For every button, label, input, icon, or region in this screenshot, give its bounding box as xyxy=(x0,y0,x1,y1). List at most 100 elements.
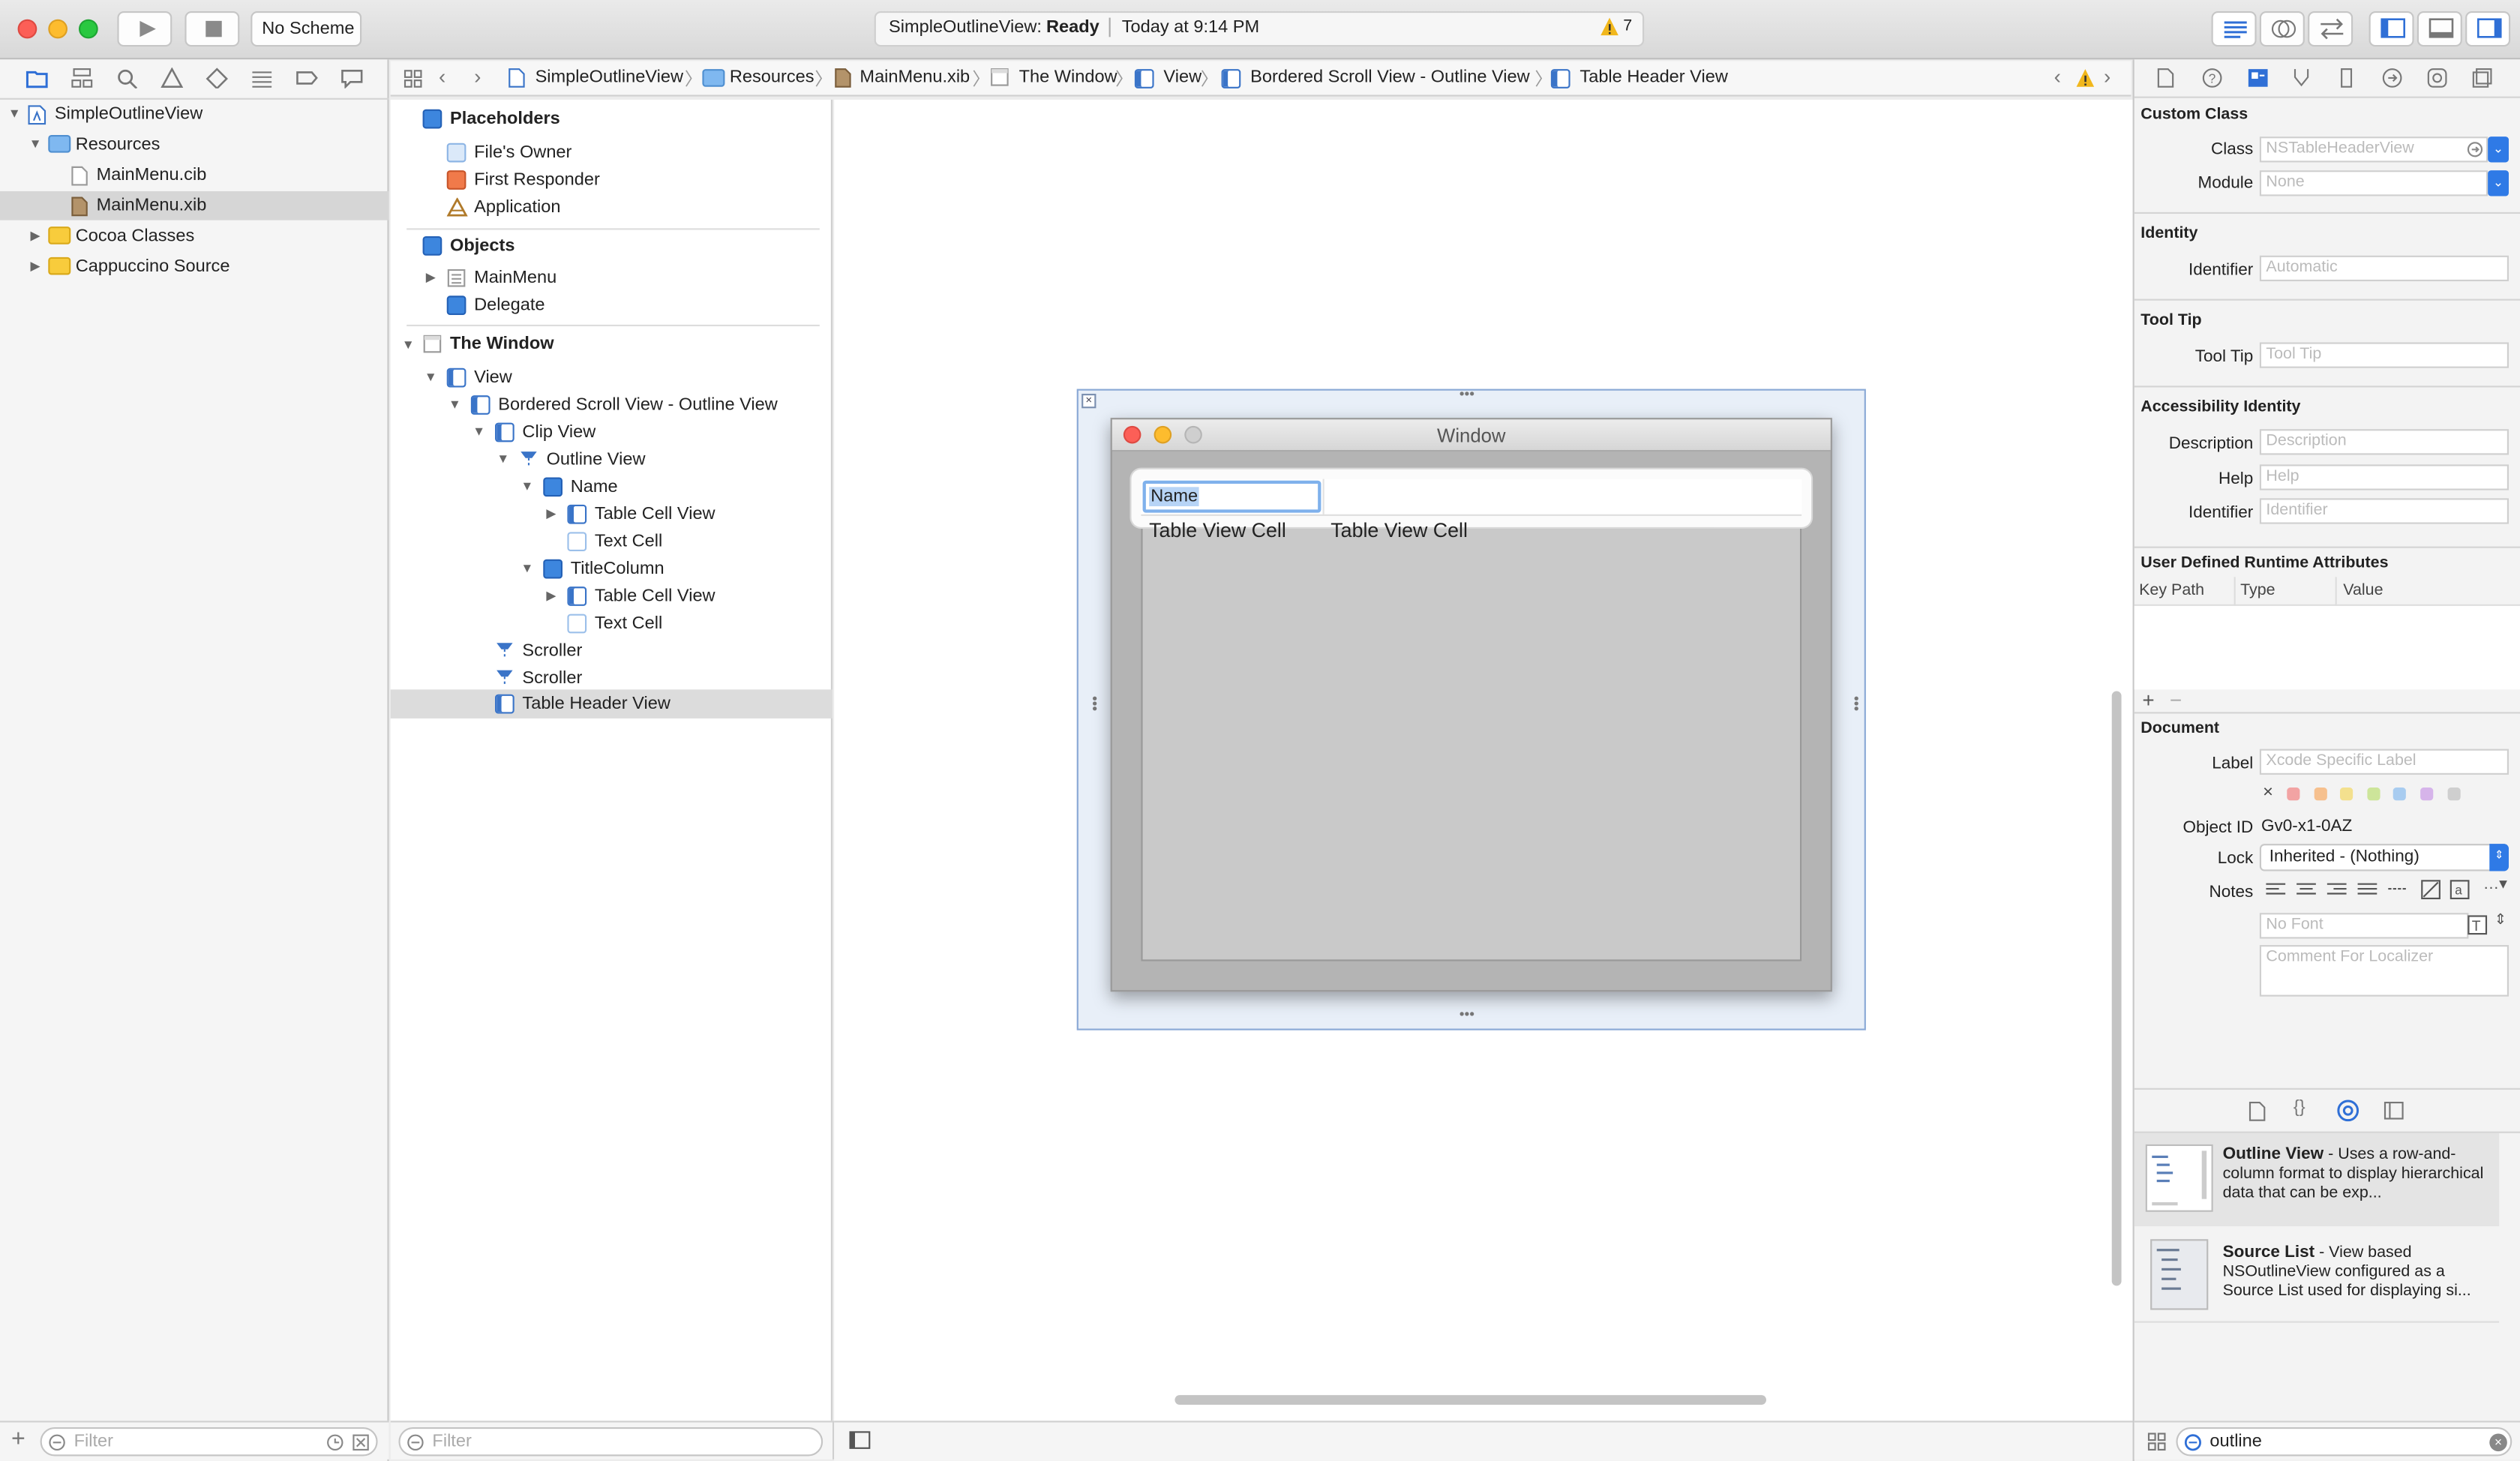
navigator-filter-input[interactable]: Filter xyxy=(40,1426,378,1456)
attributes-inspector-icon[interactable] xyxy=(2292,68,2312,88)
comment-field[interactable]: Comment For Localizer xyxy=(2259,945,2509,997)
font-stepper-icon[interactable]: ⇕ xyxy=(2494,911,2506,929)
align-left-icon[interactable] xyxy=(2264,880,2287,898)
jump-item-scroll-view[interactable]: Bordered Scroll View - Outline View xyxy=(1250,68,1530,87)
text-box-icon[interactable]: a xyxy=(2450,879,2470,900)
tooltip-field[interactable]: Tool Tip xyxy=(2259,342,2509,368)
toggle-navigator-button[interactable] xyxy=(2368,11,2414,47)
breakpoint-icon[interactable] xyxy=(296,68,318,88)
toggle-outline-icon[interactable] xyxy=(848,1430,871,1451)
hierarchy-icon[interactable] xyxy=(70,68,93,88)
toggle-utilities-button[interactable] xyxy=(2465,11,2511,47)
disclosure-closed-icon[interactable]: ▶ xyxy=(27,259,43,274)
align-center-icon[interactable] xyxy=(2295,880,2318,898)
outline-row-view[interactable]: ▼ View xyxy=(391,363,832,392)
forward-icon[interactable]: › xyxy=(474,64,481,88)
object-library-icon[interactable] xyxy=(2337,1100,2360,1122)
library-item-source-list[interactable]: Source List - View based NSOutlineView c… xyxy=(2134,1228,2499,1321)
horizontal-scrollbar[interactable] xyxy=(1174,1395,1766,1405)
outline-row-delegate[interactable]: Delegate xyxy=(391,291,832,320)
runtime-attributes-table[interactable] xyxy=(2134,605,2520,690)
justify-icon[interactable] xyxy=(2356,880,2378,898)
doc-label-field[interactable]: Xcode Specific Label xyxy=(2259,748,2509,775)
jump-item-resources[interactable]: Resources xyxy=(730,68,814,87)
designed-window[interactable]: Window Name Table View Cell Table View C… xyxy=(1110,418,1832,992)
clock-icon[interactable] xyxy=(326,1434,344,1452)
scm-filter-icon[interactable] xyxy=(352,1434,370,1452)
standard-editor-button[interactable] xyxy=(2211,11,2257,47)
label-color-swatch[interactable] xyxy=(2366,788,2380,801)
label-color-swatch[interactable] xyxy=(2393,788,2407,801)
size-inspector-icon[interactable] xyxy=(2337,68,2356,88)
vertical-scrollbar[interactable] xyxy=(2111,691,2122,1286)
outline-row-table-header-view[interactable]: Table Header View xyxy=(390,689,832,718)
outline-row-table-cell-view-1[interactable]: ▶ Table Cell View xyxy=(391,500,832,529)
disclosure-open-icon[interactable]: ▼ xyxy=(519,561,535,577)
label-color-swatch[interactable] xyxy=(2313,788,2326,801)
class-dropdown-button[interactable]: ⌄ xyxy=(2488,136,2509,163)
issue-icon[interactable] xyxy=(160,68,184,88)
no-color-icon[interactable]: × xyxy=(2263,783,2273,802)
debug-icon[interactable] xyxy=(250,68,273,88)
resize-handle-right[interactable]: ••• xyxy=(1848,696,1864,711)
outline-row-scroller-2[interactable]: Scroller xyxy=(391,664,832,693)
previous-issue-icon[interactable]: ‹ xyxy=(2054,64,2061,88)
outline-row-first-responder[interactable]: First Responder xyxy=(391,166,832,195)
remove-attribute-icon[interactable]: − xyxy=(2170,688,2182,712)
disclosure-open-icon[interactable]: ▼ xyxy=(447,397,463,412)
align-right-icon[interactable] xyxy=(2326,880,2348,898)
media-library-icon[interactable] xyxy=(2384,1101,2404,1120)
disclosure-open-icon[interactable]: ▼ xyxy=(423,370,439,386)
font-field[interactable]: No Font xyxy=(2259,913,2469,939)
test-icon[interactable] xyxy=(206,68,228,88)
library-item-outline-view[interactable]: Outline View - Uses a row-and-column for… xyxy=(2134,1132,2500,1227)
outline-row-clip-view[interactable]: ▼ Clip View xyxy=(391,418,832,447)
help-icon[interactable]: ? xyxy=(2202,68,2223,88)
col-keypath[interactable]: Key Path xyxy=(2139,582,2204,600)
scheme-selector[interactable]: No Scheme xyxy=(250,11,362,47)
version-editor-button[interactable] xyxy=(2308,11,2354,47)
warning-icon[interactable] xyxy=(2074,68,2096,88)
clear-search-icon[interactable]: × xyxy=(2489,1433,2507,1452)
run-button[interactable] xyxy=(117,11,172,47)
resize-handle-top[interactable]: ••• xyxy=(1460,386,1474,401)
add-attribute-icon[interactable]: + xyxy=(2142,688,2154,712)
disclosure-open-icon[interactable]: ▼ xyxy=(7,106,22,122)
effects-inspector-icon[interactable] xyxy=(2472,68,2493,88)
disclosure-open-icon[interactable]: ▼ xyxy=(471,424,487,440)
disclosure-closed-icon[interactable]: ▶ xyxy=(543,588,559,604)
jump-item-view[interactable]: View xyxy=(1163,68,1202,87)
jump-item-header-view[interactable]: Table Header View xyxy=(1580,68,1727,87)
grid-view-icon[interactable] xyxy=(2147,1432,2167,1451)
disclosure-open-icon[interactable]: ▼ xyxy=(495,452,511,467)
add-icon[interactable]: + xyxy=(11,1426,26,1453)
outline-row-text-cell-1[interactable]: Text Cell xyxy=(391,527,832,556)
col-type[interactable]: Type xyxy=(2240,582,2275,600)
disclosure-open-icon[interactable]: ▼ xyxy=(519,479,535,495)
label-color-swatch[interactable] xyxy=(2420,788,2434,801)
library-search-input[interactable]: outline × xyxy=(2176,1426,2512,1456)
description-field[interactable]: Description xyxy=(2259,429,2509,455)
disclosure-open-icon[interactable]: ▼ xyxy=(400,338,416,353)
table-header-view[interactable]: Name xyxy=(1141,478,1802,516)
outline-row-application[interactable]: Application xyxy=(391,193,832,222)
class-field[interactable]: NSTableHeaderView xyxy=(2259,136,2488,163)
font-picker-icon[interactable]: T xyxy=(2467,914,2488,935)
back-icon[interactable]: ‹ xyxy=(439,64,446,88)
nav-row-mainmenu-xib[interactable]: MainMenu.xib xyxy=(0,191,389,220)
disclosure-open-icon[interactable]: ▼ xyxy=(27,136,43,152)
disclosure-closed-icon[interactable]: ▶ xyxy=(27,228,43,244)
outline-row-mainmenu[interactable]: ▶ MainMenu xyxy=(391,263,832,292)
nav-row-cappuccino-source[interactable]: ▶ Cappuccino Source xyxy=(0,252,389,281)
nav-row-project[interactable]: ▼ SimpleOutlineView xyxy=(0,100,389,129)
nav-row-cocoa-classes[interactable]: ▶ Cocoa Classes xyxy=(0,222,389,251)
nav-row-resources[interactable]: ▼ Resources xyxy=(0,130,389,160)
jump-item-project[interactable]: SimpleOutlineView xyxy=(536,68,683,87)
outline-row-outline-view[interactable]: ▼ Outline View xyxy=(391,446,832,475)
report-icon[interactable] xyxy=(340,68,363,88)
nav-row-mainmenu-cib[interactable]: MainMenu.cib xyxy=(0,160,389,190)
code-snippet-icon[interactable]: {} xyxy=(2294,1098,2306,1118)
outline-filter-input[interactable]: Filter xyxy=(398,1426,824,1456)
label-color-swatch[interactable] xyxy=(2340,788,2354,801)
module-field[interactable]: None xyxy=(2259,170,2488,196)
